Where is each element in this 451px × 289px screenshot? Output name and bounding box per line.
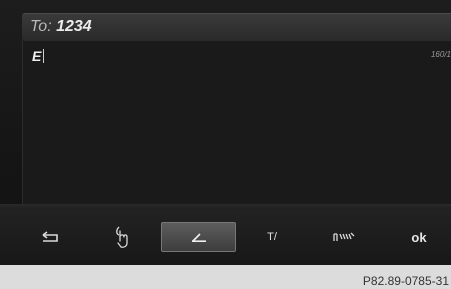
templates-icon [333,232,355,241]
bottom-toolbar: T/ ok [0,210,451,265]
ok-button[interactable]: ok [387,222,451,252]
templates-button[interactable] [312,222,376,252]
text-mode-button[interactable]: T/ [240,222,304,252]
edit-button[interactable] [161,222,236,252]
back-arrow-icon [42,231,58,242]
back-button[interactable] [18,222,82,252]
hand-write-icon [116,226,128,248]
text-cursor [43,49,44,63]
pencil-icon [191,233,206,242]
text-mode-icon: T/ [267,231,277,243]
figure-caption: P82.89-0785-31 [362,274,449,288]
ok-button-label: ok [411,229,427,245]
message-text: E [32,48,42,64]
handwriting-button[interactable] [90,222,154,252]
recipient-prefix: To: [30,18,52,35]
character-counter: 160/1 [430,50,451,59]
recipient-bar[interactable]: To: 1234 [22,13,451,41]
recipient-text: To: 1234 [30,18,92,36]
head-unit-screen: To: 1234 E 160/1 T/ ok [0,0,451,265]
recipient-number: 1234 [56,18,92,35]
message-text-area[interactable]: E 160/1 [22,41,451,204]
